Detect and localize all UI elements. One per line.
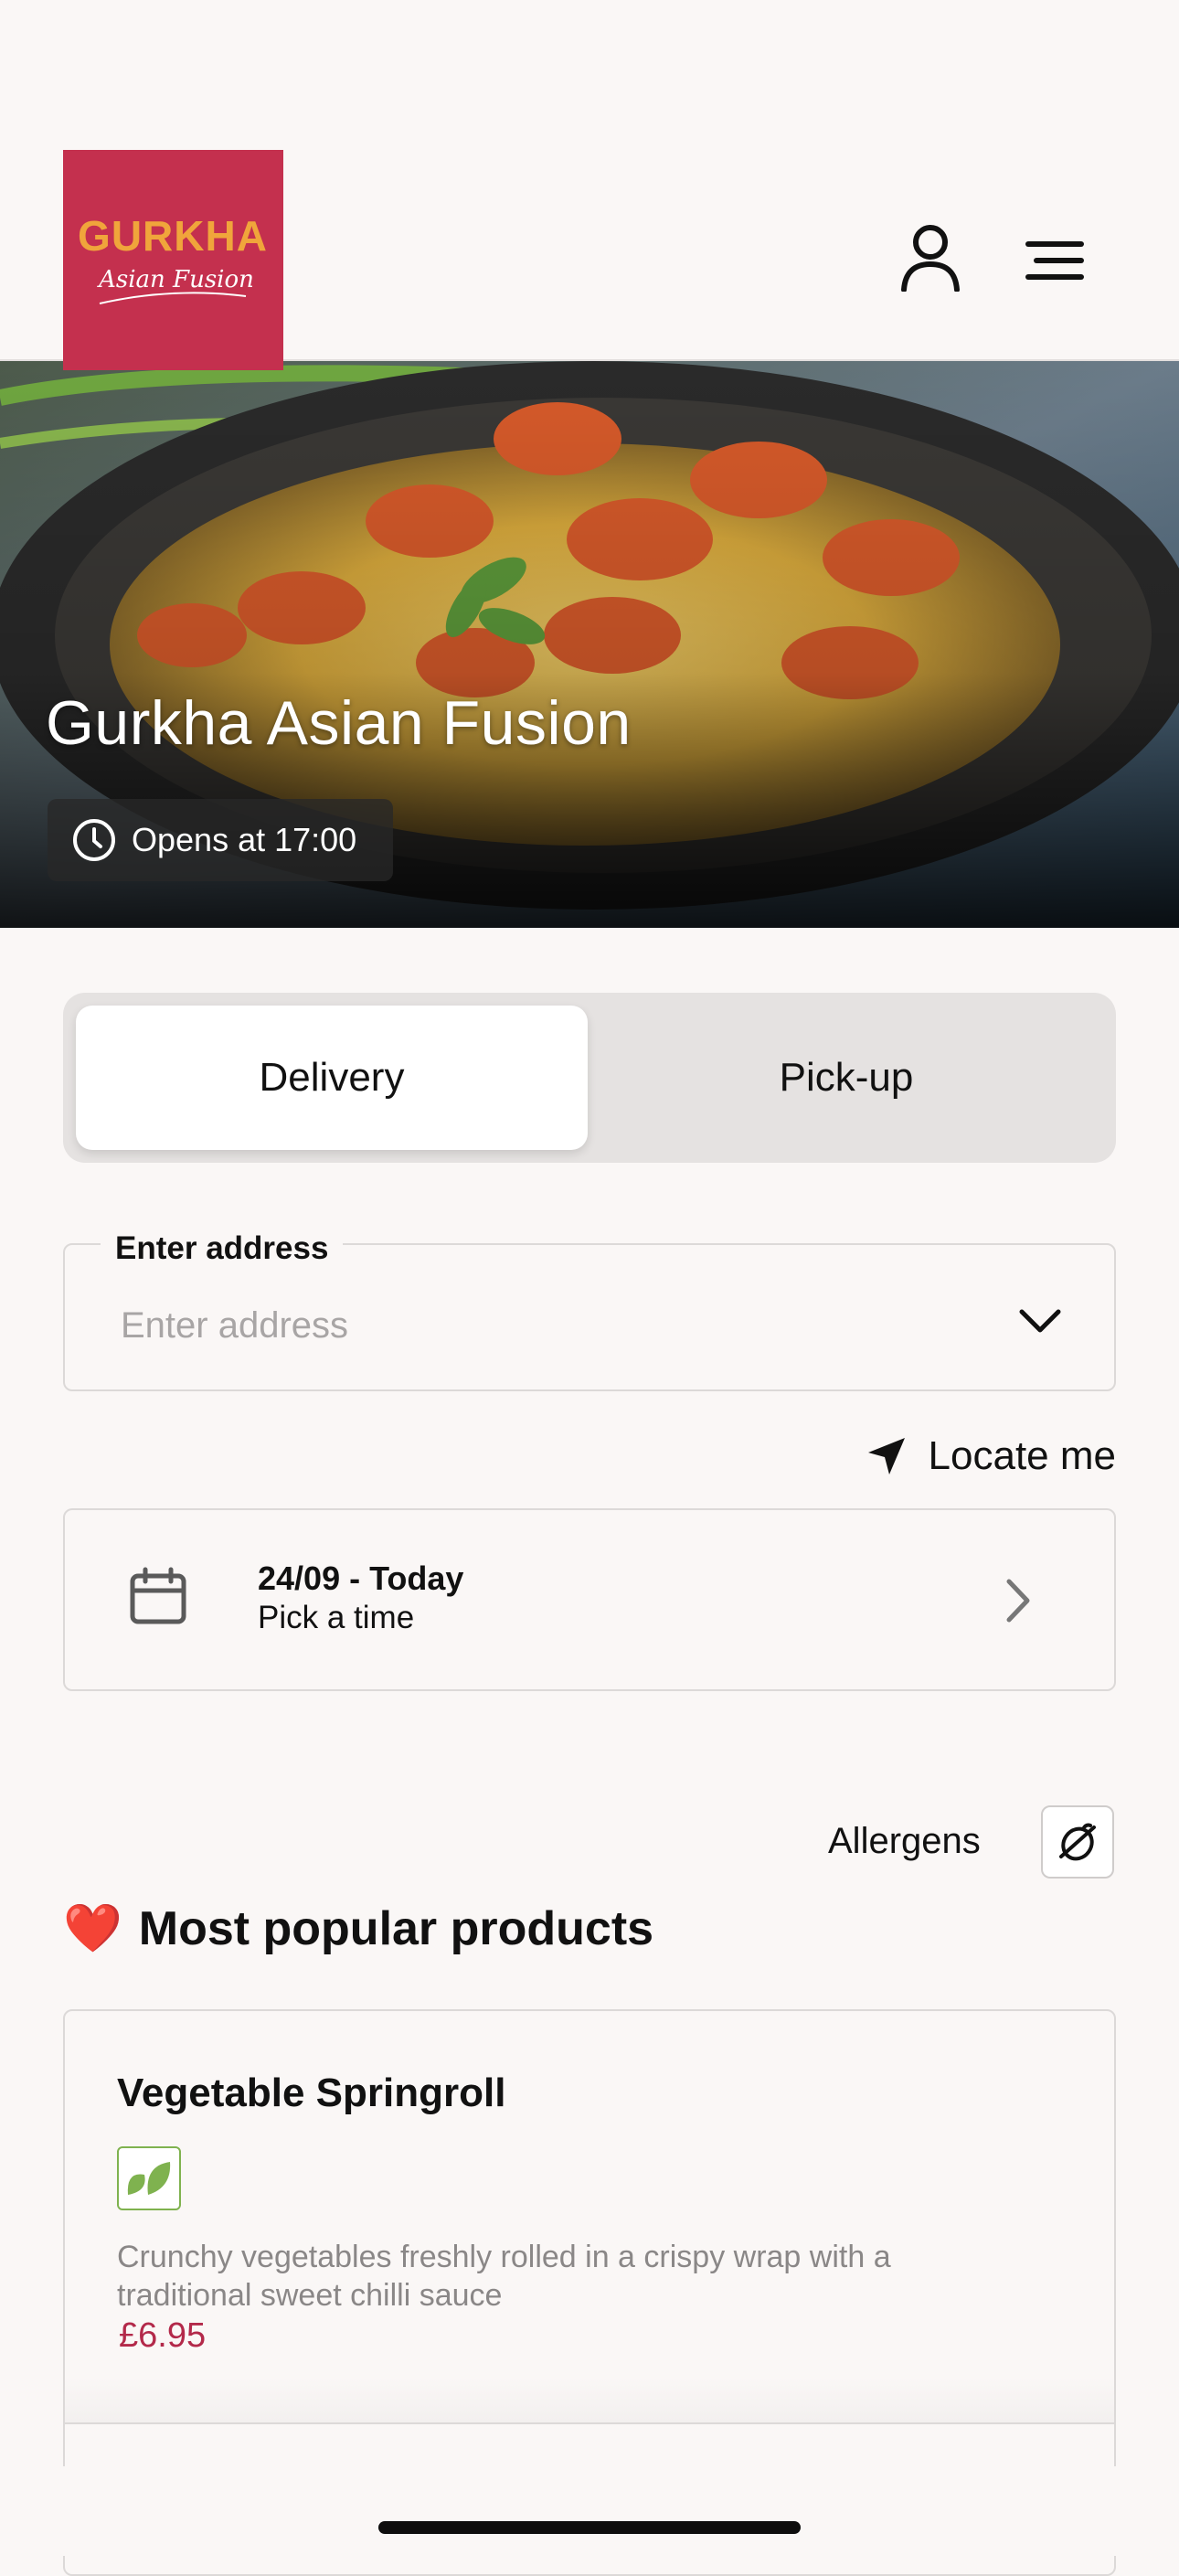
- address-input[interactable]: [121, 1298, 943, 1353]
- clock-icon: [71, 817, 117, 863]
- allergens-label[interactable]: Allergens: [828, 1821, 981, 1862]
- time-slot-picker[interactable]: [63, 1508, 1116, 1691]
- product-name: Vegetable Springroll: [117, 2070, 506, 2115]
- next-card-edge: [63, 2422, 1116, 2424]
- allergen-filter-button[interactable]: [1041, 1805, 1114, 1879]
- locate-me-button[interactable]: Locate me: [866, 1433, 1116, 1479]
- popular-section-title: ❤️ Most popular products: [63, 1901, 653, 1956]
- logo-mark: GURKHA Asian Fusion: [78, 212, 268, 304]
- chevron-right-icon: [1004, 1578, 1033, 1628]
- vegan-leaf-icon: [117, 2146, 181, 2210]
- opening-hours-text: Opens at 17:00: [132, 821, 357, 858]
- home-indicator[interactable]: [378, 2521, 801, 2534]
- bottom-safe-area: [0, 2466, 1179, 2556]
- card-fade: [65, 2377, 1114, 2422]
- svg-text:Asian Fusion: Asian Fusion: [97, 266, 254, 293]
- account-button[interactable]: [894, 221, 967, 294]
- opening-hours-badge: Opens at 17:00: [48, 799, 393, 881]
- restaurant-name: Gurkha Asian Fusion: [46, 688, 632, 758]
- address-field-label: Enter address: [101, 1230, 344, 1267]
- address-dropdown-button[interactable]: [1011, 1298, 1069, 1344]
- location-arrow-icon: [867, 1438, 905, 1474]
- menu-button[interactable]: [1018, 229, 1091, 293]
- product-description: Crunchy vegetables freshly rolled in a c…: [117, 2240, 891, 2313]
- popular-title-text: Most popular products: [138, 1902, 654, 1955]
- calendar-icon: [129, 1567, 187, 1630]
- tab-pickup[interactable]: Pick-up: [590, 1006, 1103, 1150]
- selected-date: 24/09 - Today: [258, 1559, 464, 1597]
- hamburger-menu-icon: [1025, 241, 1084, 280]
- person-icon: [901, 225, 960, 292]
- chevron-down-icon: [1019, 1309, 1061, 1333]
- pick-time-label: Pick a time: [258, 1600, 415, 1635]
- order-mode-toggle: Delivery Pick-up: [63, 993, 1116, 1163]
- allergen-filter-icon: [1059, 1823, 1096, 1861]
- locate-me-label: Locate me: [928, 1433, 1116, 1478]
- product-price: £6.95: [119, 2316, 207, 2355]
- restaurant-logo[interactable]: GURKHA Asian Fusion: [63, 150, 283, 370]
- heart-icon: ❤️: [63, 1902, 122, 1955]
- svg-text:GURKHA: GURKHA: [78, 212, 268, 260]
- tab-delivery[interactable]: Delivery: [76, 1006, 588, 1150]
